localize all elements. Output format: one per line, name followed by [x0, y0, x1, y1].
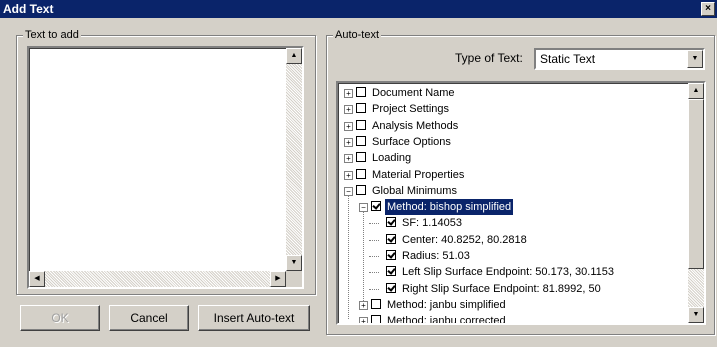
tree-content: + Document Name + Project Settings + Analysis… [338, 83, 688, 323]
tree-item[interactable]: + Method: janbu simplified [338, 297, 688, 313]
tree-item-label: Method: janbu simplified [387, 298, 506, 311]
tree-item-label: Project Settings [372, 103, 450, 116]
add-text-dialog: Add Text × Text to add ▲ ▼ ◀ ▶ OK Cancel… [0, 0, 717, 347]
tree-item-label: Material Properties [372, 168, 465, 181]
expand-icon[interactable]: + [344, 105, 353, 115]
tree-item[interactable]: Right Slip Surface Endpoint: 81.8992, 50 [338, 281, 688, 297]
tree-item-label: Global Minimums [372, 184, 457, 197]
title-bar: Add Text × [0, 0, 717, 18]
tree-item-label: Radius: 51.03 [402, 250, 470, 262]
tree-item-label: Right Slip Surface Endpoint: 81.8992, 50 [402, 282, 601, 295]
tree-item[interactable]: + Project Settings [338, 101, 688, 117]
tree-guide-line [369, 256, 379, 257]
expand-icon[interactable]: + [344, 121, 353, 131]
tree-item[interactable]: − Method: bishop simplified [338, 198, 688, 217]
checkbox-icon[interactable] [356, 184, 366, 195]
scroll-up-icon[interactable]: ▲ [688, 83, 704, 99]
scroll-corner [286, 271, 302, 287]
tree-guide-line [369, 223, 379, 225]
checkbox-icon[interactable] [356, 152, 366, 163]
tree-item[interactable]: + Method: janbu corrected [338, 313, 688, 323]
tree-item[interactable]: + Document Name [338, 85, 688, 101]
tree-item-label: Left Slip Surface Endpoint: 50.173, 30.1… [402, 266, 615, 279]
tree-item-label: Center: 40.8252, 80.2818 [402, 233, 527, 246]
type-of-text-value: Static Text [540, 52, 596, 66]
checkbox-checked-icon[interactable] [386, 266, 396, 277]
type-of-text-label: Type of Text: [455, 51, 523, 65]
checkbox-icon[interactable] [356, 103, 366, 114]
checkbox-icon[interactable] [356, 135, 366, 146]
tree-item-label: Analysis Methods [372, 119, 459, 132]
text-to-add-label: Text to add [23, 28, 81, 42]
tree-guide-line [369, 288, 379, 290]
scroll-down-icon[interactable]: ▼ [688, 307, 704, 323]
tree-item[interactable]: + Analysis Methods [338, 118, 688, 134]
tree-item[interactable]: Radius: 51.03 [338, 248, 688, 264]
collapse-icon[interactable]: − [359, 203, 368, 213]
tree-item[interactable]: Center: 40.8252, 80.2818 [338, 232, 688, 248]
collapse-icon[interactable]: − [344, 186, 353, 196]
checkbox-icon[interactable] [356, 87, 366, 97]
ok-button[interactable]: OK [20, 305, 100, 331]
expand-icon[interactable]: + [344, 137, 353, 147]
scroll-right-icon[interactable]: ▶ [270, 271, 286, 287]
insert-auto-text-button[interactable]: Insert Auto-text [198, 305, 310, 331]
expand-icon[interactable]: + [359, 317, 368, 323]
tree-item-label: Document Name [372, 87, 455, 99]
checkbox-icon[interactable] [356, 119, 366, 130]
checkbox-icon[interactable] [371, 315, 381, 323]
window-title: Add Text [3, 2, 54, 16]
tree-guide-line [369, 272, 379, 274]
expand-icon[interactable]: + [359, 300, 368, 310]
tree-vertical-scrollbar[interactable]: ▲ ▼ [688, 83, 704, 323]
tree-item-label: Method: bishop simplified [383, 198, 515, 217]
tree-item[interactable]: + Material Properties [338, 167, 688, 183]
auto-text-tree[interactable]: + Document Name + Project Settings + Analysis… [336, 81, 706, 325]
type-of-text-select[interactable]: Static Text ▼ [534, 48, 705, 70]
checkbox-checked-icon[interactable] [386, 217, 396, 228]
cancel-button[interactable]: Cancel [109, 305, 189, 331]
tree-item[interactable]: + Loading [338, 150, 688, 166]
expand-icon[interactable]: + [344, 170, 353, 180]
tree-item-label: Surface Options [372, 135, 451, 148]
scroll-thumb[interactable] [688, 99, 704, 269]
text-area-vertical-scrollbar[interactable]: ▲ ▼ [286, 48, 302, 271]
tree-item[interactable]: Left Slip Surface Endpoint: 50.173, 30.1… [338, 264, 688, 280]
close-icon[interactable]: × [701, 2, 715, 16]
tree-item-label: Method: janbu corrected [387, 315, 506, 323]
scroll-left-icon[interactable]: ◀ [29, 271, 45, 287]
checkbox-icon[interactable] [356, 168, 366, 179]
text-to-add-area[interactable]: ▲ ▼ ◀ ▶ [27, 46, 304, 289]
checkbox-checked-icon[interactable] [386, 250, 396, 260]
text-area-horizontal-scrollbar[interactable]: ◀ ▶ [29, 271, 286, 287]
tree-item[interactable]: SF: 1.14053 [338, 215, 688, 231]
tree-item-label: Loading [372, 152, 412, 165]
scroll-up-icon[interactable]: ▲ [286, 48, 302, 64]
auto-text-label: Auto-text [333, 28, 382, 42]
expand-icon[interactable]: + [344, 89, 353, 98]
tree-item[interactable]: + Surface Options [338, 134, 688, 150]
checkbox-checked-icon[interactable] [386, 282, 396, 293]
scroll-down-icon[interactable]: ▼ [286, 255, 302, 271]
tree-guide-line [369, 239, 379, 241]
chevron-down-icon[interactable]: ▼ [687, 50, 703, 68]
tree-item[interactable]: − Global Minimums [338, 183, 688, 199]
checkbox-checked-icon[interactable] [386, 233, 396, 244]
tree-item-label: SF: 1.14053 [402, 217, 462, 230]
expand-icon[interactable]: + [344, 154, 353, 164]
checkbox-icon[interactable] [371, 298, 381, 309]
checkbox-checked-icon[interactable] [371, 201, 381, 212]
